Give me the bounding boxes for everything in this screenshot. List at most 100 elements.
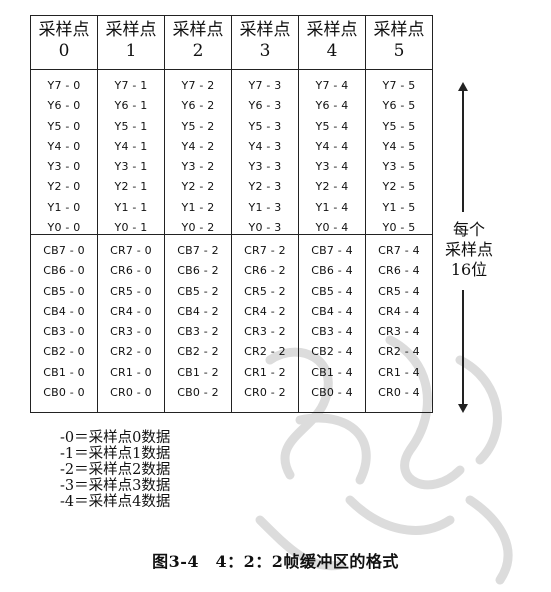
sample-header-text: 3 [259,41,271,61]
arrow-up-icon [458,82,468,91]
luma-bit: Y2 - 1 [114,180,148,194]
sample-header-text: 采样点 [239,20,291,40]
luma-bit: Y1 - 3 [248,200,282,214]
luma-bit: Y3 - 3 [248,160,282,174]
luma-bit: Y7 - 5 [382,79,416,92]
chroma-cell: CB7 - 0 CB6 - 0 CB5 - 0 CB4 - 0 CB3 - 0 CB2 -… [30,234,98,413]
chroma-bit: CB2 - 2 [177,345,219,359]
chroma-bit: CR1 - 4 [378,365,420,379]
luma-bit: Y2 - 2 [181,180,215,194]
chroma-bit: CR5 - 0 [110,284,152,298]
luma-bit: Y3 - 2 [181,160,215,174]
sample-header: 采样点 0 [31,16,97,69]
header-row: 采样点 0 采样点 1 采样点 2 采样点 3 采样点 4 采样点 5 [30,15,433,70]
side-label-line: 每个 [452,220,485,239]
luma-bit: Y3 - 4 [315,160,349,174]
sample-header-cell: 采样点 1 [97,15,165,70]
sample-header: 采样点 1 [98,16,164,69]
luma-cell: Y7 - 5 Y6 - 5 Y5 - 5 Y4 - 5 Y3 - 5 Y2 - 5 Y1 -… [365,69,433,235]
luma-bit: Y4 - 5 [382,139,416,153]
chroma-bit: CR7 - 0 [110,244,152,257]
chroma-cell-list: CR7 - 4 CR6 - 4 CR5 - 4 CR4 - 4 CR3 - 4 CR2 -… [366,235,432,412]
luma-bit: Y2 - 4 [315,180,349,194]
luma-bit: Y4 - 1 [114,139,148,153]
chroma-bit: CB6 - 4 [311,264,353,278]
chroma-bit: CR1 - 0 [110,365,152,379]
chroma-bit: CR2 - 4 [378,345,420,359]
chroma-bit: CR0 - 4 [378,386,420,400]
bits-per-sample-label: 每个 采样点 16位 [440,220,498,280]
sample-header-text: 1 [125,41,137,61]
luma-bit: Y3 - 5 [382,160,416,174]
chroma-bit: CB7 - 2 [177,244,219,257]
sample-header-cell: 采样点 4 [298,15,366,70]
chroma-bit: CB1 - 2 [177,365,219,379]
sample-header-text: 5 [393,41,405,61]
figure-caption: 图3-4 4：2：2帧缓冲区的格式 [152,552,399,571]
luma-bit: Y5 - 4 [315,119,349,133]
sample-header: 采样点 5 [366,16,432,69]
bit-width-arrow-upper [462,90,464,212]
luma-bit: Y4 - 2 [181,139,215,153]
chroma-cell-list: CB7 - 4 CB6 - 4 CB5 - 4 CB4 - 4 CB3 - 4 CB2 -… [299,235,365,412]
chroma-bit: CB6 - 2 [177,264,219,278]
luma-bit: Y7 - 1 [114,79,148,92]
sample-header-text: 2 [192,41,204,61]
luma-bit: Y6 - 2 [181,99,215,113]
luma-bit: Y1 - 0 [47,200,81,214]
chroma-bit: CR6 - 2 [244,264,286,278]
sample-header-text: 采样点 [172,20,224,40]
luma-bit: Y1 - 1 [114,200,148,214]
chroma-cell-list: CR7 - 2 CR6 - 2 CR5 - 2 CR4 - 2 CR3 - 2 CR2 -… [232,235,298,412]
sample-header: 采样点 3 [232,16,298,69]
luma-bit: Y6 - 1 [114,99,148,113]
chroma-bit: CR3 - 0 [110,325,152,339]
luma-cell-list: Y7 - 0 Y6 - 0 Y5 - 0 Y4 - 0 Y3 - 0 Y2 - 0 Y1 -… [31,70,97,234]
luma-cell: Y7 - 1 Y6 - 1 Y5 - 1 Y4 - 1 Y3 - 1 Y2 - 1 Y1 -… [97,69,165,235]
chroma-bit: CB5 - 0 [43,284,85,298]
luma-row: Y7 - 0 Y6 - 0 Y5 - 0 Y4 - 0 Y3 - 0 Y2 - 0 Y1 -… [30,69,433,235]
chroma-bit: CR6 - 4 [378,264,420,278]
sample-header-cell: 采样点 5 [365,15,433,70]
chroma-bit: CB4 - 4 [311,304,353,318]
chroma-cell: CR7 - 2 CR6 - 2 CR5 - 2 CR4 - 2 CR3 - 2 CR2 -… [231,234,299,413]
chroma-cell: CB7 - 2 CB6 - 2 CB5 - 2 CB4 - 2 CB3 - 2 CB2 -… [164,234,232,413]
luma-bit: Y7 - 0 [47,79,81,92]
chroma-bit: CR2 - 2 [244,345,286,359]
legend-item: -1＝采样点1数据 [60,446,171,462]
legend: -0＝采样点0数据 -1＝采样点1数据 -2＝采样点2数据 -3＝采样点3数据 … [60,430,170,510]
sample-header-text: 采样点 [38,20,90,40]
luma-cell: Y7 - 4 Y6 - 4 Y5 - 4 Y4 - 4 Y3 - 4 Y2 - 4 Y1 -… [298,69,366,235]
luma-bit: Y2 - 3 [248,180,282,194]
luma-bit: Y5 - 3 [248,119,282,133]
chroma-bit: CR2 - 0 [110,345,152,359]
sample-header-text: 采样点 [105,20,157,40]
chroma-bit: CB4 - 0 [43,304,85,318]
luma-bit: Y2 - 0 [47,180,81,194]
frame-buffer-table: 采样点 0 采样点 1 采样点 2 采样点 3 采样点 4 采样点 5 Y7 - 0 Y6 - 0 Y5 … [30,15,433,413]
luma-bit: Y7 - 3 [248,79,282,92]
chroma-bit: CB5 - 2 [177,284,219,298]
chroma-bit: CR3 - 4 [378,325,420,339]
chroma-bit: CB0 - 2 [177,386,219,400]
luma-bit: Y5 - 0 [47,119,81,133]
chroma-bit: CB7 - 0 [43,244,85,257]
chroma-cell: CR7 - 4 CR6 - 4 CR5 - 4 CR4 - 4 CR3 - 4 CR2 -… [365,234,433,413]
chroma-bit: CR7 - 4 [378,244,420,257]
luma-bit: Y4 - 4 [315,139,349,153]
luma-bit: Y5 - 2 [181,119,215,133]
sample-header-text: 采样点 [373,20,425,40]
chroma-bit: CR4 - 4 [378,304,420,318]
sample-header-cell: 采样点 2 [164,15,232,70]
chroma-row: CB7 - 0 CB6 - 0 CB5 - 0 CB4 - 0 CB3 - 0 CB2 -… [30,234,433,413]
luma-bit: Y3 - 0 [47,160,81,174]
chroma-cell-list: CB7 - 2 CB6 - 2 CB5 - 2 CB4 - 2 CB3 - 2 CB2 -… [165,235,231,412]
luma-bit: Y4 - 3 [248,139,282,153]
sample-header-cell: 采样点 3 [231,15,299,70]
legend-item: -3＝采样点3数据 [60,478,171,494]
chroma-bit: CB0 - 0 [43,386,85,400]
chroma-bit: CB4 - 2 [177,304,219,318]
arrow-down-icon [458,404,468,413]
chroma-bit: CR4 - 2 [244,304,286,318]
luma-cell: Y7 - 3 Y6 - 3 Y5 - 3 Y4 - 3 Y3 - 3 Y2 - 3 Y1 -… [231,69,299,235]
